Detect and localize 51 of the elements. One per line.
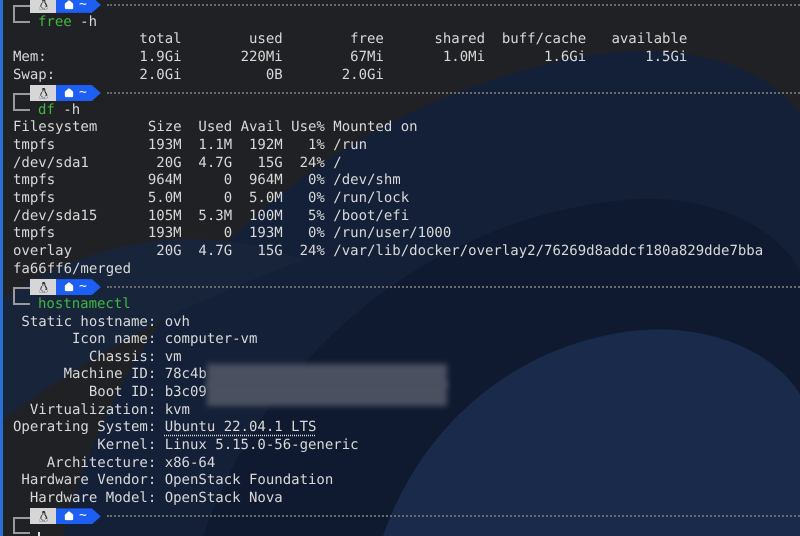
field-label: Hardware Vendor:	[20, 472, 156, 490]
penguin-icon	[38, 0, 48, 10]
directory-text: ~	[79, 508, 87, 524]
field-value: b3c09	[164, 384, 207, 402]
directory-text: ~	[79, 0, 87, 13]
field-label: Chassis:	[88, 348, 156, 366]
home-icon	[64, 88, 74, 98]
directory-text: ~	[79, 85, 87, 102]
command-name: df	[38, 102, 55, 120]
field-value: computer-vm	[164, 331, 258, 349]
output-line: tmpfs 193M 0 193M 0% /run/user/1000	[12, 225, 452, 242]
field-label: Icon name:	[70, 331, 156, 349]
field-value: x86-64	[164, 454, 216, 472]
field-value: OpenStack Nova	[164, 490, 283, 508]
field-label: Static hostname:	[20, 314, 156, 332]
output-line: tmpfs 193M 1.1M 192M 1% /run	[12, 137, 368, 154]
field-label: Architecture:	[46, 454, 156, 472]
output-line: overlay 20G 4.7G 15G 24% /var/lib/docker/overlay2/76269d8addcf180a829dde7bba	[12, 242, 764, 259]
penguin-icon	[38, 282, 48, 293]
field-value: ovh	[164, 314, 190, 332]
home-icon	[64, 511, 74, 522]
command-args: -h	[80, 14, 97, 32]
field-label: Operating System:	[13, 419, 156, 438]
output-line: Mem: 1.9Gi 220Mi 67Mi 1.0Mi 1.6Gi 1.5Gi	[12, 48, 688, 65]
field-label: Hardware Model:	[28, 490, 156, 508]
penguin-icon	[38, 510, 48, 522]
home-icon	[64, 282, 74, 292]
field-value[interactable]: Ubuntu 22.04.1 LTS	[164, 419, 316, 438]
output-line: tmpfs 5.0M 0 5.0M 0% /run/lock	[12, 190, 410, 206]
output-line: /dev/sda15 105M 5.3M 100M 5% /boot/efi	[12, 208, 410, 224]
penguin-icon	[38, 88, 48, 99]
output-line: Filesystem Size Used Avail Use% Mounted on	[12, 119, 418, 136]
field-label: Virtualization:	[28, 402, 156, 420]
output-line: fa66ff6/merged	[12, 260, 132, 277]
field-label: Boot ID:	[88, 384, 156, 402]
command-args: -h	[63, 102, 80, 120]
field-label: Machine ID:	[62, 366, 156, 384]
field-value: 78c4b	[164, 366, 207, 384]
field-value: vm	[164, 348, 182, 366]
command-name: free	[38, 14, 72, 32]
output-line: Swap: 2.0Gi 0B 2.0Gi	[12, 66, 384, 83]
field-value: kvm	[164, 402, 190, 420]
output-line: tmpfs 964M 0 964M 0% /dev/shm	[12, 172, 401, 188]
field-value: Linux 5.15.0-56-generic	[164, 437, 359, 455]
output-line: /dev/sda1 20G 4.7G 15G 24% /	[12, 154, 342, 171]
command-name: hostnamectl	[38, 296, 131, 314]
field-value: OpenStack Foundation	[164, 472, 334, 490]
home-icon	[64, 0, 74, 10]
output-line: total used free shared buff/cache available	[138, 31, 688, 48]
field-label: Kernel:	[96, 437, 156, 455]
directory-text: ~	[79, 279, 87, 296]
